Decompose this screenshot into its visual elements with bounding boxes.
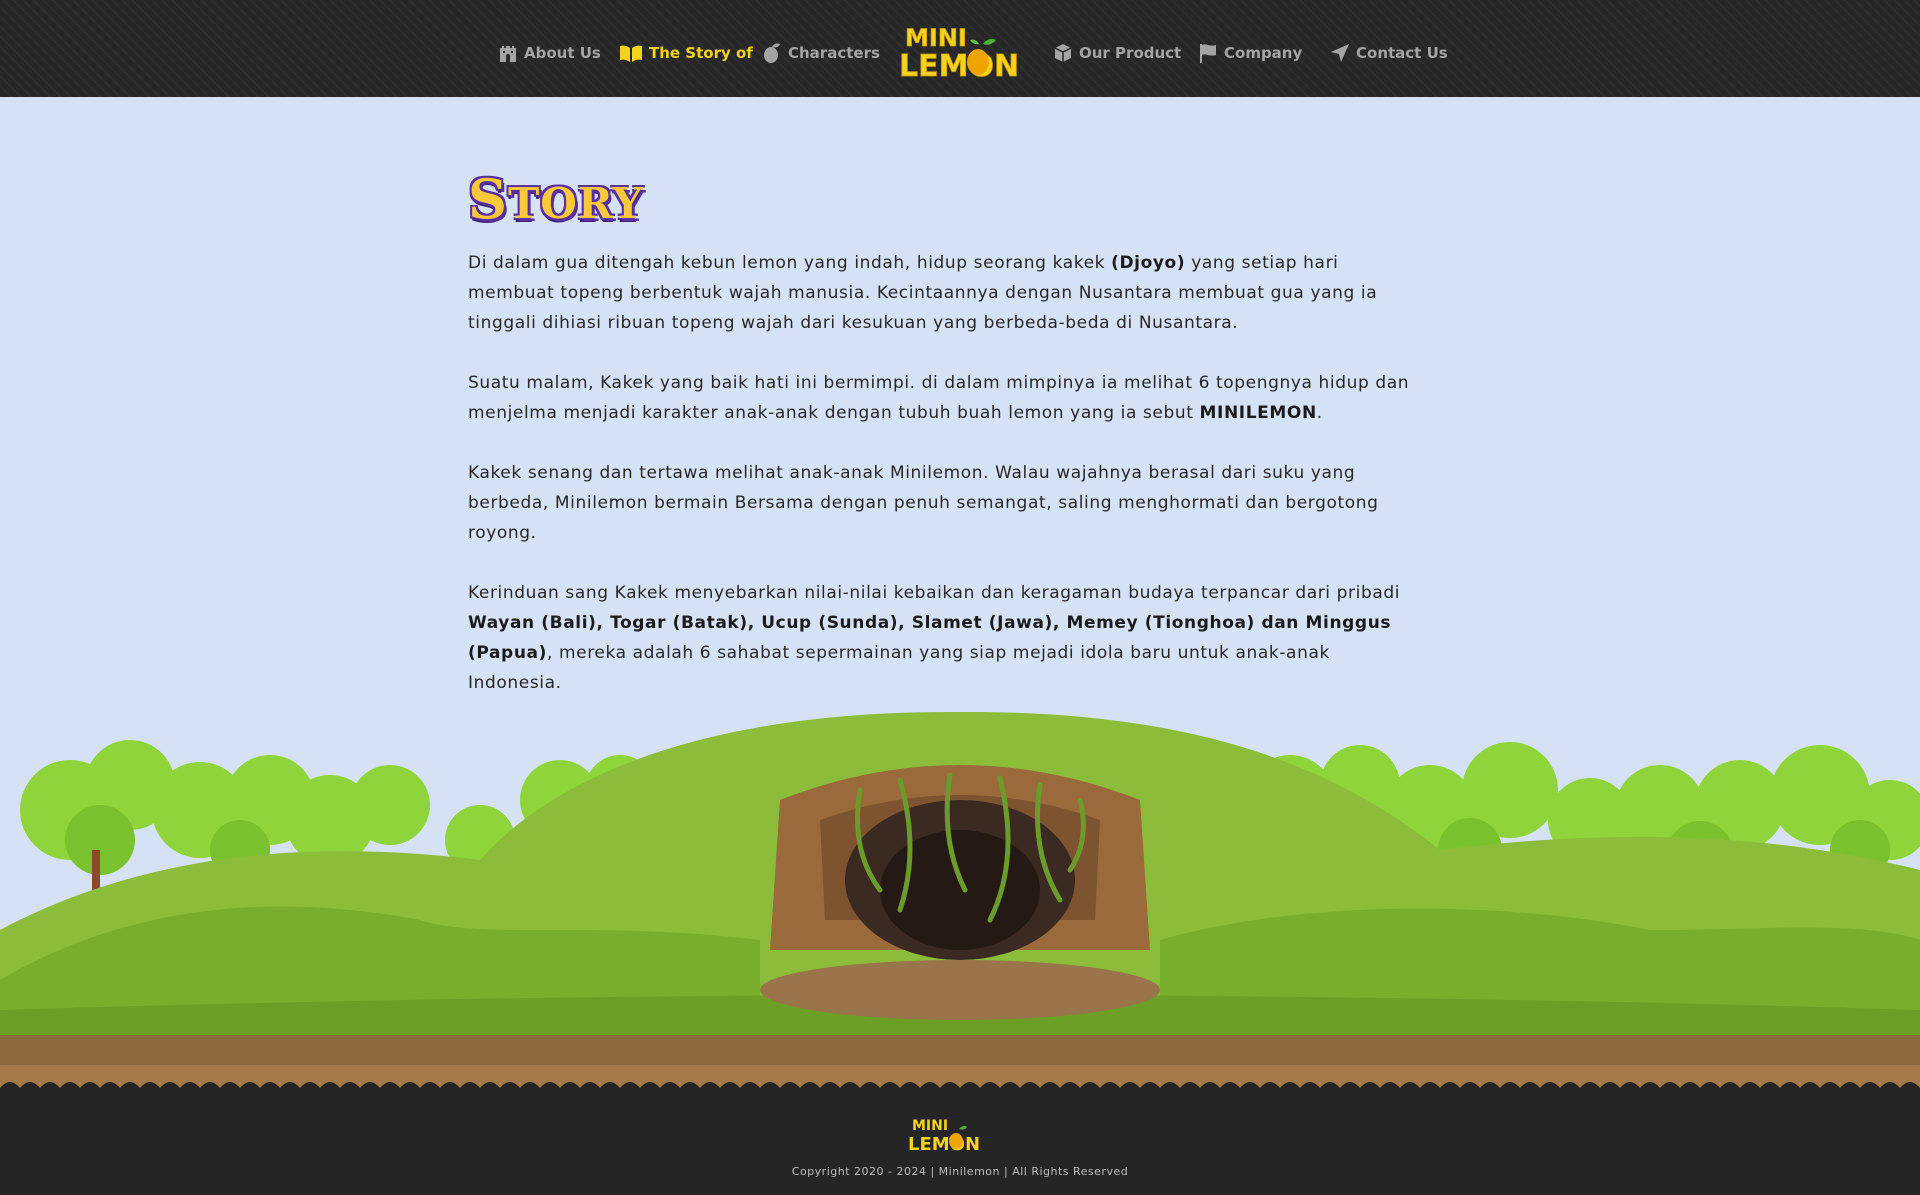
- story-heading: STORY: [468, 167, 644, 231]
- story-paragraph-3: Kakek senang dan tertawa melihat anak-an…: [468, 463, 1379, 543]
- nav-characters[interactable]: Characters: [762, 41, 880, 65]
- svg-text:LEMON: LEMON: [899, 49, 1019, 80]
- lemon-icon: [764, 43, 780, 63]
- paper-plane-icon: [1331, 44, 1349, 62]
- nav-story[interactable]: The Story of: [619, 41, 753, 65]
- nav-about-us-label: About Us: [524, 44, 601, 62]
- nav-our-product[interactable]: Our Product: [1053, 41, 1181, 65]
- footer: MINI LEMON Copyright 2020 - 2024 | Minil…: [0, 1088, 1920, 1195]
- castle-gate-icon: [500, 46, 516, 62]
- story-paragraph-1: Di dalam gua ditengah kebun lemon yang i…: [468, 253, 1378, 333]
- nav-company[interactable]: Company: [1198, 41, 1302, 65]
- nav-story-label: The Story of: [649, 44, 753, 62]
- flag-icon: [1200, 44, 1216, 63]
- nav-characters-label: Characters: [788, 44, 880, 62]
- svg-text:MINI: MINI: [905, 24, 967, 52]
- svg-text:LEMON: LEMON: [908, 1134, 980, 1153]
- nav-company-label: Company: [1224, 44, 1303, 62]
- box-icon: [1054, 44, 1072, 62]
- nav-our-product-label: Our Product: [1079, 44, 1182, 62]
- footer-logo[interactable]: MINI LEMON: [908, 1115, 984, 1155]
- nav-contact-us-label: Contact Us: [1356, 44, 1448, 62]
- cave-landscape-illustration: [0, 690, 1920, 1100]
- story-section: STORY Di dalam gua ditengah kebun lemon …: [468, 168, 1428, 698]
- open-book-icon: [620, 45, 642, 62]
- story-paragraph-2: Suatu malam, Kakek yang baik hati ini be…: [468, 373, 1410, 423]
- nav-about-us[interactable]: About Us: [498, 41, 601, 65]
- copyright-text: Copyright 2020 - 2024 | Minilemon | All …: [791, 1165, 1129, 1178]
- svg-text:MINI: MINI: [912, 1118, 948, 1134]
- story-paragraph-4: Kerinduan sang Kakek menyebarkan nilai-n…: [468, 583, 1401, 693]
- top-navbar: About Us The Story of Characters MINI LE…: [0, 0, 1920, 97]
- nav-contact-us[interactable]: Contact Us: [1330, 41, 1448, 65]
- minilemon-logo[interactable]: MINI LEMON: [899, 22, 1021, 85]
